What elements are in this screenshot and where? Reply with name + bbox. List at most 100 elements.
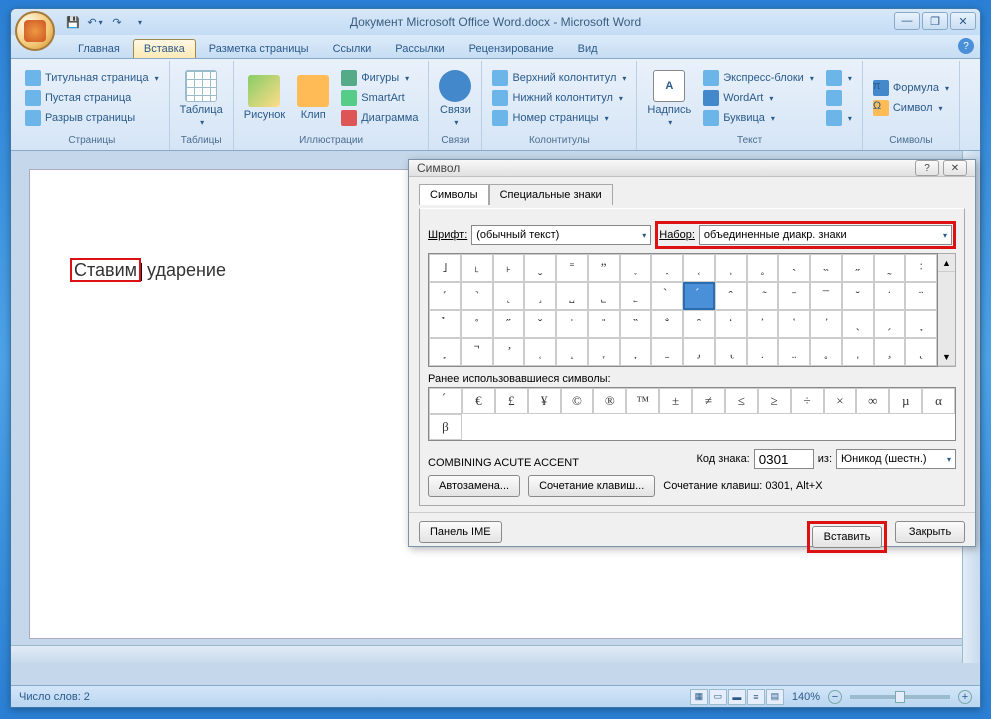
zoom-level[interactable]: 140% <box>792 691 820 703</box>
symbol-cell[interactable]: ̝ <box>556 338 588 366</box>
recent-symbol-cell[interactable]: ≥ <box>758 388 791 414</box>
page-number-button[interactable]: Номер страницы▾ <box>488 109 630 127</box>
word-count[interactable]: Число слов: 2 <box>19 691 90 703</box>
close-button[interactable]: ✕ <box>950 12 976 30</box>
symbol-cell[interactable]: ̡ <box>683 338 715 366</box>
recent-symbol-cell[interactable]: µ <box>889 388 922 414</box>
symbol-cell[interactable]: ˾ <box>588 282 620 310</box>
recent-symbol-cell[interactable]: ™ <box>626 388 659 414</box>
header-top-button[interactable]: Верхний колонтитул▾ <box>488 69 630 87</box>
recent-symbol-cell[interactable]: ÷ <box>791 388 824 414</box>
symbol-cell[interactable]: ˼ <box>524 282 556 310</box>
recent-symbol-cell[interactable]: ± <box>659 388 692 414</box>
wordart-button[interactable]: WordArt▾ <box>699 89 818 107</box>
font-select[interactable]: (обычный текст)▾ <box>471 225 651 245</box>
symbol-cell[interactable]: ̈ <box>905 282 937 310</box>
tab-mail[interactable]: Рассылки <box>384 39 455 58</box>
recent-symbol-cell[interactable]: € <box>462 388 495 414</box>
tab-refs[interactable]: Ссылки <box>322 39 383 58</box>
symbol-cell[interactable]: ̕ <box>810 310 842 338</box>
symbol-cell[interactable]: ˵ <box>810 254 842 282</box>
symbol-cell[interactable]: ̛ <box>493 338 525 366</box>
tab-layout[interactable]: Разметка страницы <box>198 39 320 58</box>
close-dialog-button[interactable]: Закрыть <box>895 521 965 543</box>
symbol-cell[interactable]: ̀ <box>651 282 683 310</box>
datetime-button[interactable] <box>822 89 856 107</box>
dropcap-button[interactable]: Буквица▾ <box>699 109 818 127</box>
tab-home[interactable]: Главная <box>67 39 131 58</box>
quickparts-button[interactable]: Экспресс-блоки▾ <box>699 69 818 87</box>
symbol-cell[interactable]: ˻ <box>493 282 525 310</box>
symbol-cell[interactable]: ̔ <box>778 310 810 338</box>
symbol-cell[interactable]: ̌ <box>524 310 556 338</box>
grid-scrollbar[interactable]: ▲ ▼ <box>938 253 956 367</box>
symbol-cell[interactable]: ̨ <box>905 338 937 366</box>
autocorrect-button[interactable]: Автозамена... <box>428 475 520 497</box>
help-icon[interactable]: ? <box>958 38 974 54</box>
qat-dropdown-icon[interactable]: ▾ <box>129 12 149 32</box>
recent-symbol-cell[interactable]: © <box>561 388 594 414</box>
symbol-cell[interactable]: ˶ <box>842 254 874 282</box>
page-break-button[interactable]: Разрыв страницы <box>21 109 163 127</box>
shortcut-button[interactable]: Сочетание клавиш... <box>528 475 655 497</box>
symbol-cell[interactable]: ˿ <box>620 282 652 310</box>
symbol-cell[interactable]: ̗ <box>874 310 906 338</box>
symbol-cell[interactable]: ˸ <box>905 254 937 282</box>
dialog-help-button[interactable]: ? <box>915 160 939 176</box>
horizontal-scrollbar[interactable] <box>11 645 962 663</box>
zoom-in-button[interactable]: + <box>958 690 972 704</box>
cover-page-button[interactable]: Титульная страница▾ <box>21 69 163 87</box>
recent-symbol-cell[interactable]: ® <box>593 388 626 414</box>
scroll-up-icon[interactable]: ▲ <box>938 254 955 272</box>
textbox-button[interactable]: AНадпись▾ <box>643 68 695 129</box>
symbol-cell[interactable]: ˽ <box>556 282 588 310</box>
symbol-cell[interactable]: ̂ <box>715 282 747 310</box>
draft-view[interactable]: ▤ <box>766 689 784 705</box>
symbol-cell[interactable]: ˯ <box>620 254 652 282</box>
recent-symbol-cell[interactable]: ́ <box>429 388 462 414</box>
header-bottom-button[interactable]: Нижний колонтитул▾ <box>488 89 630 107</box>
symbol-cell[interactable]: ̆ <box>842 282 874 310</box>
symbol-cell[interactable]: ̉ <box>429 310 461 338</box>
symbol-cell[interactable]: ˹ <box>429 282 461 310</box>
recent-symbol-cell[interactable]: × <box>824 388 857 414</box>
links-button[interactable]: Связи▾ <box>435 68 475 129</box>
symbol-cell[interactable]: ̙ <box>429 338 461 366</box>
print-layout-view[interactable]: ▦ <box>690 689 708 705</box>
dialog-close-button[interactable]: ✕ <box>943 160 967 176</box>
set-select[interactable]: объединенные диакр. знаки▾ <box>699 225 952 245</box>
recent-symbol-cell[interactable]: ≤ <box>725 388 758 414</box>
tab-symbols[interactable]: Символы <box>419 184 489 205</box>
zoom-out-button[interactable]: − <box>828 690 842 704</box>
symbol-cell[interactable]: ̖ <box>842 310 874 338</box>
symbol-cell[interactable]: ̥ <box>810 338 842 366</box>
symbol-cell[interactable]: ˭ <box>556 254 588 282</box>
symbol-cell[interactable]: ˬ <box>524 254 556 282</box>
minimize-button[interactable]: — <box>894 12 920 30</box>
symbol-cell[interactable]: ̎ <box>588 310 620 338</box>
symbol-cell[interactable]: ˰ <box>651 254 683 282</box>
symbol-cell[interactable]: ̃ <box>747 282 779 310</box>
recent-symbol-cell[interactable]: α <box>922 388 955 414</box>
symbol-cell[interactable]: ˷ <box>874 254 906 282</box>
ime-panel-button[interactable]: Панель IME <box>419 521 502 543</box>
symbol-cell[interactable]: ˳ <box>747 254 779 282</box>
symbol-cell[interactable]: ̄ <box>778 282 810 310</box>
tab-insert[interactable]: Вставка <box>133 39 196 58</box>
symbol-cell[interactable]: ̣ <box>747 338 779 366</box>
symbol-cell[interactable]: ˮ <box>588 254 620 282</box>
save-icon[interactable]: 💾 <box>63 12 83 32</box>
symbol-cell[interactable]: ̏ <box>620 310 652 338</box>
tab-view[interactable]: Вид <box>567 39 609 58</box>
symbol-cell[interactable]: ̇ <box>874 282 906 310</box>
insert-button[interactable]: Вставить <box>812 526 882 548</box>
symbol-cell[interactable]: ˱ <box>683 254 715 282</box>
symbol-cell[interactable]: ̊ <box>461 310 493 338</box>
symbol-cell[interactable]: ̞ <box>588 338 620 366</box>
tab-review[interactable]: Рецензирование <box>458 39 565 58</box>
office-button[interactable] <box>15 11 55 51</box>
web-view[interactable]: ▬ <box>728 689 746 705</box>
signature-button[interactable]: ▾ <box>822 69 856 87</box>
undo-icon[interactable]: ↶▾ <box>85 12 105 32</box>
symbol-cell[interactable]: ˩ <box>429 254 461 282</box>
